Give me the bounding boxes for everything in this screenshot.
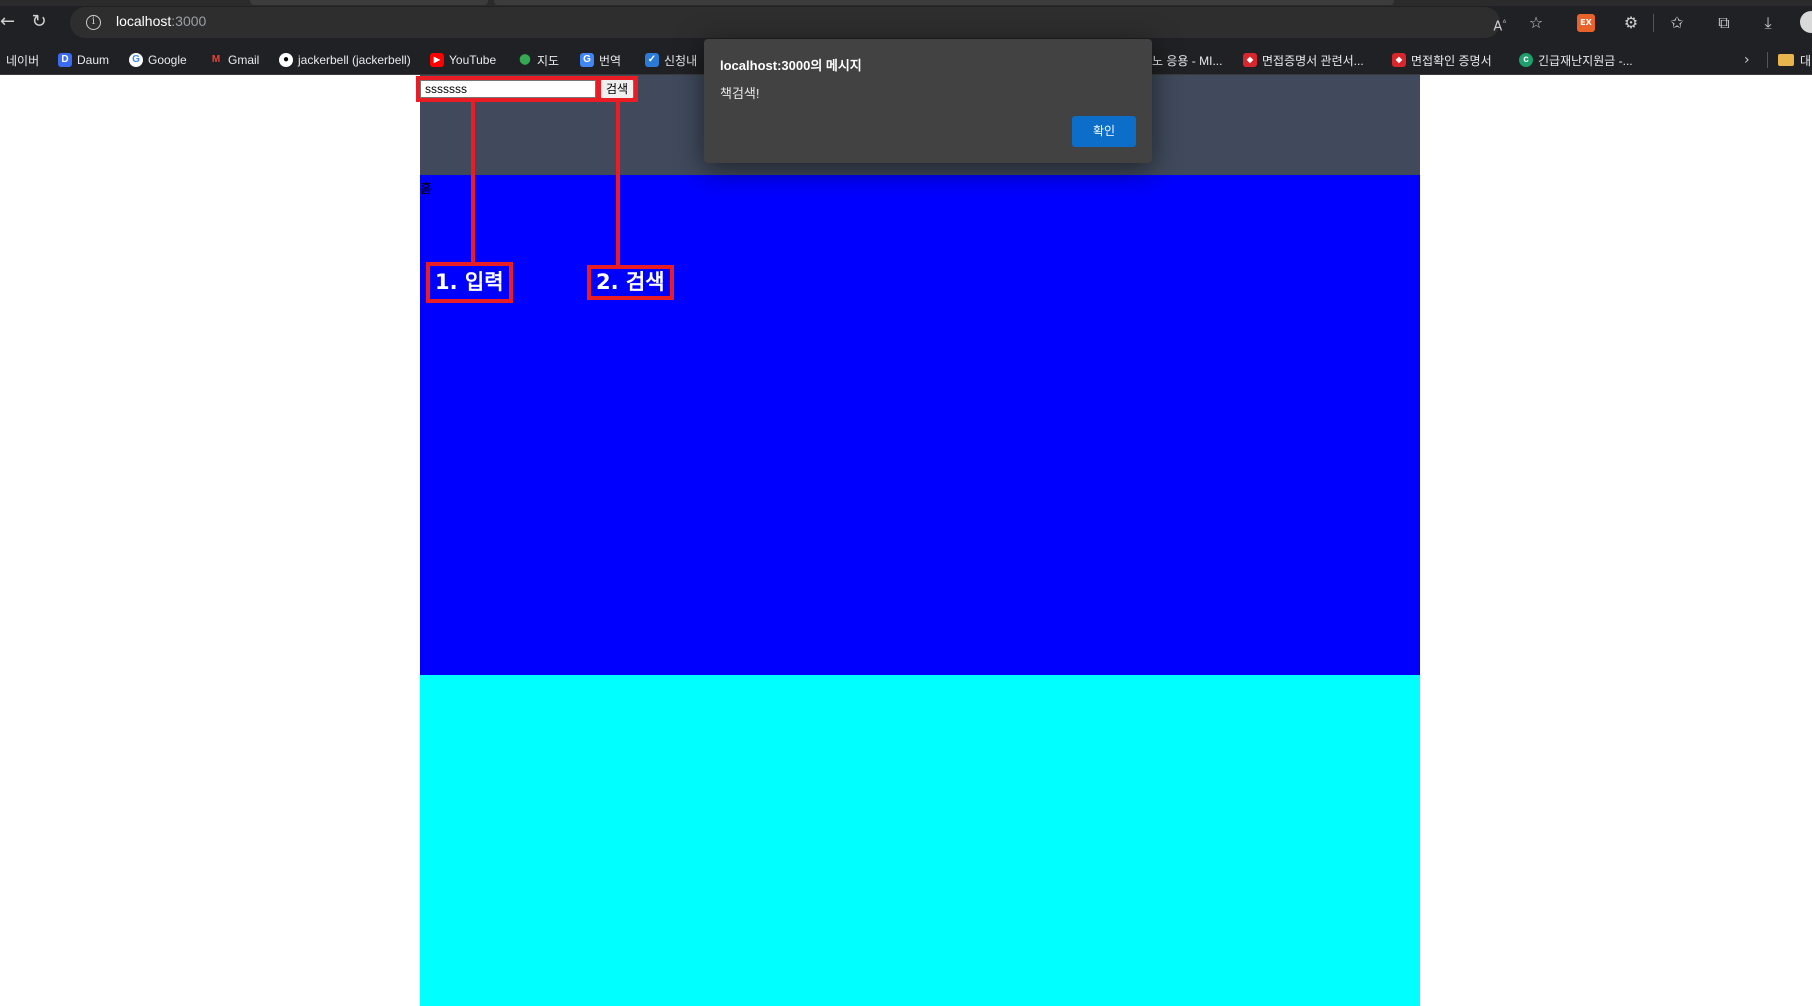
- bookmark-daum[interactable]: D Daum: [58, 52, 109, 68]
- google-icon: G: [129, 53, 143, 67]
- application-icon: ✓: [645, 53, 659, 67]
- extension-icon[interactable]: EX: [1577, 14, 1595, 32]
- collections-icon[interactable]: ⧉: [1713, 12, 1735, 34]
- back-arrow-icon[interactable]: ←: [0, 12, 15, 32]
- url-host: localhost: [116, 13, 172, 29]
- bookmark-disaster-fund[interactable]: c 긴급재난지원금 -...: [1519, 52, 1633, 68]
- bookmark-label: jackerbell (jackerbell): [298, 53, 411, 67]
- bookmark-map[interactable]: ⬤ 지도: [518, 52, 559, 68]
- bookmark-label: YouTube: [449, 53, 497, 67]
- tab-inactive[interactable]: [250, 0, 488, 5]
- site-info-icon[interactable]: i: [86, 15, 101, 30]
- annotation-connector-search: [616, 102, 620, 265]
- translate-icon: G: [580, 53, 594, 67]
- bookmark-translate[interactable]: G 번역: [580, 52, 621, 68]
- document-icon: ◆: [1243, 53, 1257, 67]
- annotation-input-highlight: [416, 76, 600, 102]
- bookmark-mi[interactable]: 노 응용 - MI...: [1152, 52, 1222, 68]
- ok-button[interactable]: 확인: [1072, 116, 1136, 147]
- profile-avatar[interactable]: [1800, 11, 1812, 33]
- tab-active[interactable]: [494, 0, 1394, 5]
- toolbar-divider: [1653, 14, 1654, 32]
- downloads-icon[interactable]: ⤓: [1757, 12, 1779, 34]
- bookmark-label: 지도: [537, 53, 560, 68]
- bookmark-github[interactable]: ● jackerbell (jackerbell): [279, 52, 411, 68]
- annotation-button-highlight: [597, 76, 638, 102]
- browser-toolbar: ← ↻ i localhost:3000 Aᐞ ☆ EX ⚙ ✩ ⧉ ⤓: [0, 0, 1812, 44]
- bookmark-label: Google: [148, 53, 187, 67]
- page-main: [420, 175, 1420, 675]
- github-icon: ●: [279, 53, 293, 67]
- disaster-fund-icon: c: [1519, 53, 1533, 67]
- bookmark-label: 번역: [599, 53, 622, 68]
- favorites-icon[interactable]: ✩: [1666, 12, 1688, 34]
- url-port: :3000: [171, 13, 207, 29]
- bookmark-label: 긴급재난지원금 -...: [1538, 53, 1633, 68]
- bookmark-label: 면접증명서 관련서...: [1262, 53, 1364, 68]
- bookmark-label: 면접확인 증명서: [1411, 53, 1492, 68]
- daum-icon: D: [58, 53, 72, 67]
- youtube-icon: ▶: [430, 53, 444, 67]
- alert-dialog: localhost:3000의 메시지 책검색! 확인: [704, 39, 1152, 163]
- map-pin-icon: ⬤: [519, 54, 531, 65]
- dialog-title: localhost:3000의 메시지: [720, 58, 862, 73]
- dialog-message: 책검색!: [720, 86, 760, 101]
- chevron-right-icon[interactable]: ›: [1744, 52, 1750, 68]
- home-link[interactable]: 홈: [420, 178, 432, 197]
- bookmark-youtube[interactable]: ▶ YouTube: [430, 52, 496, 68]
- reload-icon[interactable]: ↻: [28, 11, 50, 33]
- add-favorite-icon[interactable]: ☆: [1525, 12, 1547, 34]
- bookmark-folder-label[interactable]: 대: [1800, 52, 1811, 69]
- page-footer: [420, 675, 1420, 1006]
- bookmark-interview-docs[interactable]: ◆ 면접증명서 관련서...: [1243, 52, 1364, 68]
- document-icon: ◆: [1392, 53, 1406, 67]
- read-aloud-icon[interactable]: Aᐞ: [1489, 12, 1511, 34]
- gmail-icon: M: [211, 54, 221, 65]
- bookmark-application[interactable]: ✓ 신청내: [645, 52, 697, 68]
- annotation-connector-input: [471, 102, 475, 263]
- url-text[interactable]: localhost:3000: [116, 13, 206, 29]
- bookmark-google[interactable]: G Google: [129, 52, 187, 68]
- bookmark-label: Gmail: [228, 53, 260, 67]
- bookmarks-divider: [1767, 52, 1768, 68]
- annotation-label-input: 1. 입력: [426, 262, 513, 303]
- extensions-puzzle-icon[interactable]: ⚙: [1620, 12, 1642, 34]
- bookmark-label: 신청내: [664, 53, 698, 68]
- address-bar[interactable]: [70, 7, 1500, 38]
- annotation-label-search: 2. 검색: [587, 265, 674, 300]
- bookmark-interview-cert[interactable]: ◆ 면접확인 증명서: [1392, 52, 1492, 68]
- bookmark-gmail[interactable]: M Gmail: [209, 52, 260, 68]
- folder-icon[interactable]: [1778, 54, 1794, 66]
- bookmark-label: 네이버: [6, 53, 40, 68]
- bookmark-naver[interactable]: 네이버: [6, 52, 39, 68]
- bookmark-label: 노 응용 - MI...: [1152, 53, 1223, 68]
- bookmark-label: Daum: [77, 53, 110, 67]
